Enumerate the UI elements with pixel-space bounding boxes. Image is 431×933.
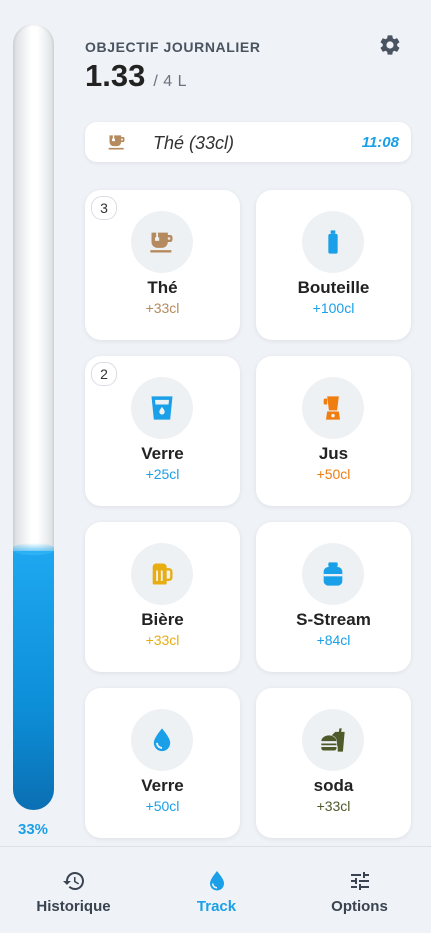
nav-tab-options[interactable]: Options [288,847,431,933]
nav-label: Historique [36,898,111,915]
beer-mug-icon [152,563,173,585]
nav-tab-track[interactable]: Track [145,847,288,933]
droplet-icon [153,728,171,752]
gear-icon [380,35,400,55]
drink-amount: +50cl [316,466,351,482]
drink-card-the[interactable]: 3 Thé +33cl [85,190,240,340]
last-drink-entry[interactable]: Thé (33cl) 11:08 [85,122,411,162]
nav-label: Track [196,898,237,915]
drink-card-verre-50[interactable]: Verre +50cl [85,688,240,838]
last-drink-time: 11:08 [361,134,399,151]
drink-icon-circle [131,211,193,273]
drink-amount: +84cl [316,632,351,648]
drink-card-biere[interactable]: Bière +33cl [85,522,240,672]
glass-water-icon [151,396,173,420]
tea-cup-icon [108,135,125,150]
water-level-gauge [13,24,54,810]
drink-card-soda[interactable]: soda +33cl [256,688,411,838]
drink-amount: +25cl [145,466,180,482]
drink-name: soda [313,776,354,795]
gauge-percent-label: 33% [17,821,49,838]
drink-icon-circle [131,543,193,605]
drink-amount: +50cl [145,798,180,814]
drink-name: S-Stream [296,610,371,629]
drink-amount: +100cl [312,300,355,316]
current-intake-value: 1.33 [85,58,146,93]
gauge-fill [13,543,54,810]
drink-card-jus[interactable]: Jus +50cl [256,356,411,506]
count-badge: 3 [91,196,117,220]
drink-icon-circle [302,709,364,771]
drink-icon-circle [131,377,193,439]
drink-icon-circle [302,211,364,273]
tea-cup-icon [150,232,173,253]
daily-goal-label: OBJECTIF JOURNALIER [85,39,261,55]
soda-stream-icon [323,562,343,586]
drink-name: Bière [141,610,184,629]
blender-icon [323,396,340,420]
drink-amount: +33cl [145,632,180,648]
drink-card-bouteille[interactable]: Bouteille +100cl [256,190,411,340]
count-badge: 2 [91,362,117,386]
history-icon [63,872,84,890]
drink-icon-circle [302,543,364,605]
drink-card-s-stream[interactable]: S-Stream +84cl [256,522,411,672]
last-drink-name: Thé (33cl) [153,133,235,153]
bottle-icon [328,230,338,254]
goal-total: / 4 L [153,73,187,90]
drink-name: Jus [318,444,349,463]
drink-icon-circle [302,377,364,439]
nav-label: Options [331,898,388,915]
drink-card-verre-25[interactable]: 2 Verre +25cl [85,356,240,506]
drink-name: Verre [141,444,184,463]
burger-soda-icon [321,728,345,752]
sliders-icon [351,872,369,890]
drink-name: Verre [141,776,184,795]
daily-goal-row: 1.33 / 4 L [85,58,187,94]
drink-name: Thé [147,278,178,297]
drink-amount: +33cl [316,798,351,814]
settings-button[interactable] [378,33,402,57]
drink-icon-circle [131,709,193,771]
drink-amount: +33cl [145,300,180,316]
droplet-icon [210,871,224,891]
nav-tab-historique[interactable]: Historique [2,847,145,933]
drink-name: Bouteille [297,278,370,297]
bottom-navigation: Historique Track Options [0,846,431,933]
